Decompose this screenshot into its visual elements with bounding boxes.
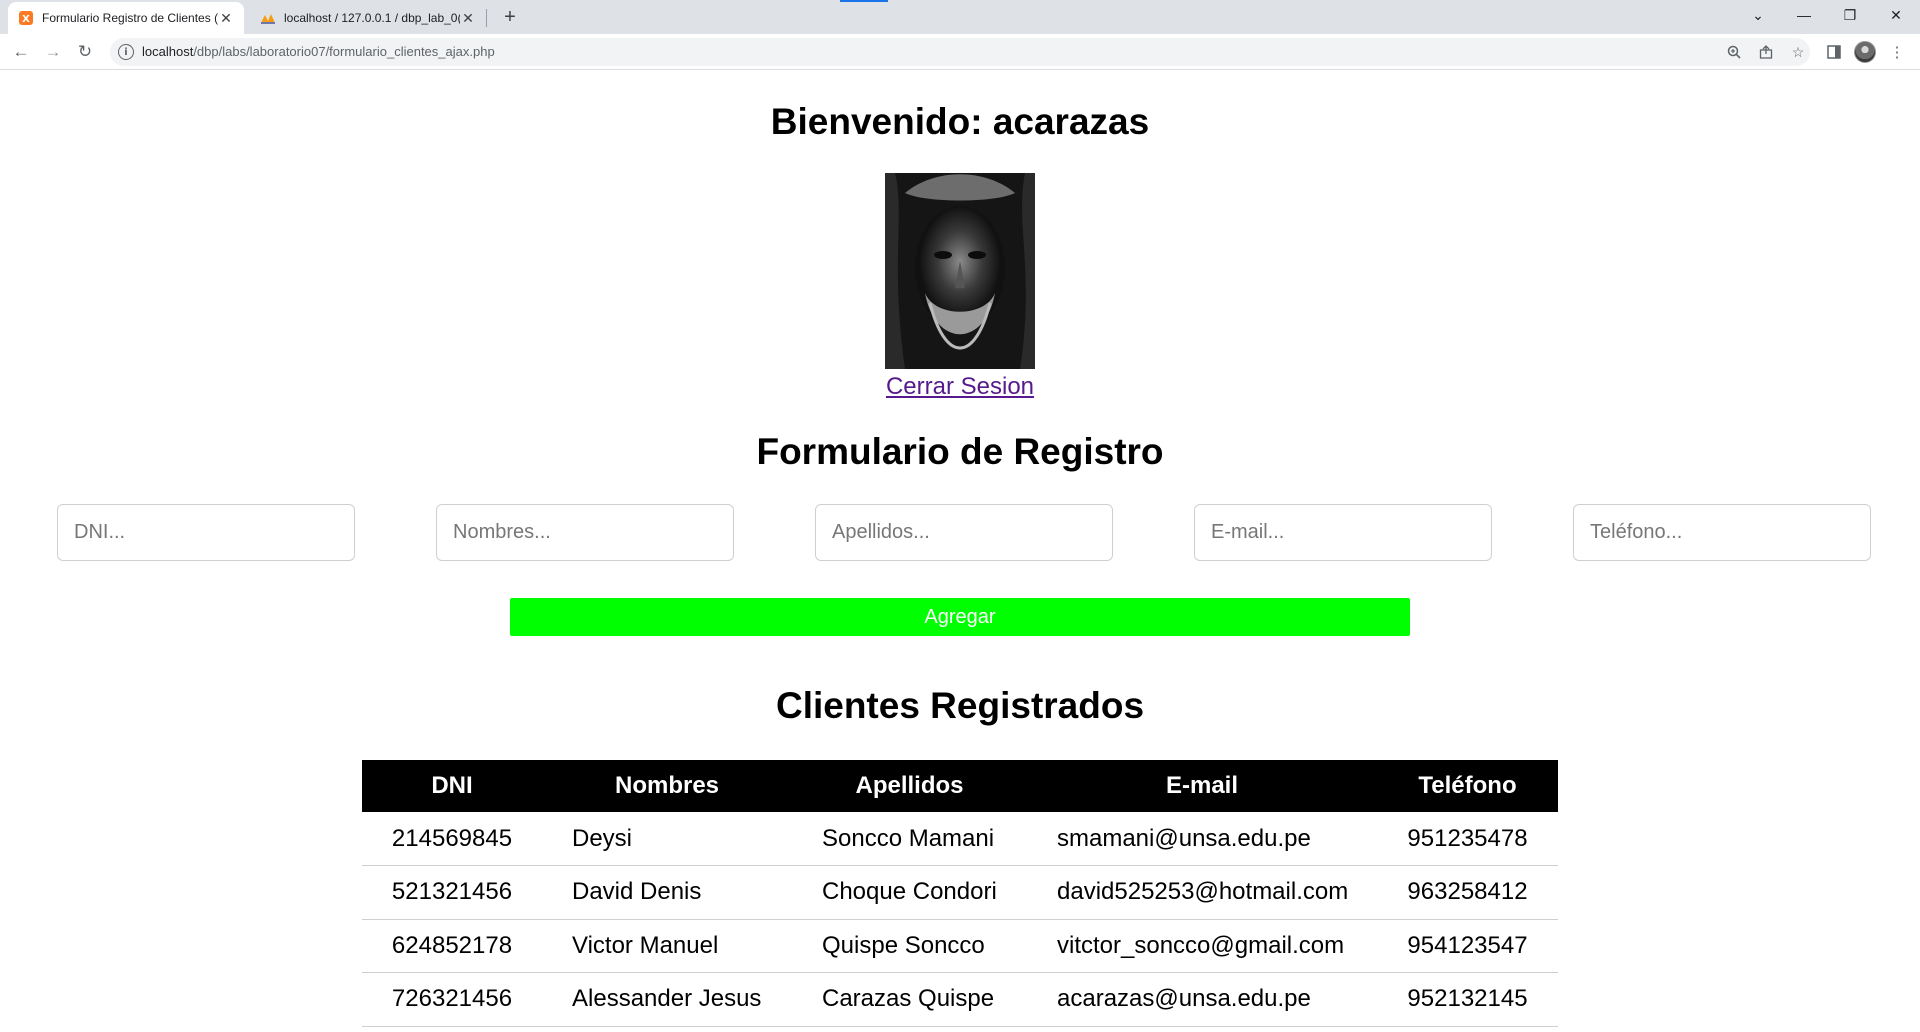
cell-apellidos: Carazas Quispe [792,972,1027,1027]
share-icon[interactable] [1758,44,1774,60]
table-row: 726321456 Alessander Jesus Carazas Quisp… [362,972,1558,1027]
tab-phpmyadmin[interactable]: localhost / 127.0.0.1 / dbp_lab_0( ✕ [250,2,486,34]
cell-nombres: Victor Manuel [542,919,792,973]
add-button[interactable]: Agregar [510,598,1410,636]
tab-formulario[interactable]: X Formulario Registro de Clientes (A ✕ [8,2,244,34]
tab-search-chevron-icon[interactable]: ⌄ [1736,0,1780,30]
close-tab-icon[interactable]: ✕ [460,10,476,26]
profile-avatar[interactable] [1853,40,1877,64]
cell-email: vitctor_soncco@gmail.com [1027,919,1377,973]
header-dni: DNI [362,760,542,812]
tab-separator [486,9,487,27]
cell-apellidos: Soncco Mamani [792,812,1027,866]
cell-nombres: Deysi [542,812,792,866]
cell-telefono: 952132145 [1377,972,1558,1027]
cell-nombres: David Denis [542,865,792,920]
new-tab-icon[interactable]: + [498,5,522,29]
more-menu-icon[interactable]: ⋮ [1885,40,1909,64]
cell-apellidos: Quispe Soncco [792,919,1027,973]
cell-email: smamani@unsa.edu.pe [1027,812,1377,866]
table-header-row: DNI Nombres Apellidos E-mail Teléfono [362,760,1558,812]
cell-email: david525253@hotmail.com [1027,865,1377,920]
clients-table: DNI Nombres Apellidos E-mail Teléfono 21… [362,760,1558,1027]
cell-dni: 624852178 [362,919,542,973]
side-panel-icon[interactable] [1822,40,1846,64]
cell-dni: 214569845 [362,812,542,866]
reload-icon[interactable]: ↻ [73,40,97,64]
logout-link[interactable]: Cerrar Sesion [0,373,1920,401]
url-text: localhost/dbp/labs/laboratorio07/formula… [142,44,495,59]
zoom-icon[interactable] [1726,44,1742,60]
close-window-icon[interactable]: ✕ [1874,0,1918,30]
cell-telefono: 963258412 [1377,865,1558,920]
browser-toolbar: ← → ↻ i localhost/dbp/labs/laboratorio07… [0,34,1920,70]
header-apellidos: Apellidos [792,760,1027,812]
email-input[interactable] [1194,504,1492,561]
header-email: E-mail [1027,760,1377,812]
cell-dni: 521321456 [362,865,542,920]
telefono-input[interactable] [1573,504,1871,561]
welcome-heading: Bienvenido: acarazas [770,101,1150,142]
bookmark-star-icon[interactable]: ☆ [1790,44,1806,60]
apellidos-input[interactable] [815,504,1113,561]
minimize-icon[interactable]: — [1782,0,1826,30]
tab-title: Formulario Registro de Clientes (A [42,11,218,25]
user-photo [885,173,1035,369]
tab-strip-indicator [840,0,888,2]
svg-text:X: X [22,14,30,25]
clients-title: Clientes Registrados [775,685,1145,726]
xampp-icon: X [18,10,34,26]
site-info-icon[interactable]: i [118,44,134,60]
cell-email: acarazas@unsa.edu.pe [1027,972,1377,1027]
back-arrow-icon[interactable]: ← [9,40,33,64]
header-nombres: Nombres [542,760,792,812]
form-title: Formulario de Registro [756,431,1164,472]
phpmyadmin-icon [260,10,276,26]
nombres-input[interactable] [436,504,734,561]
cell-telefono: 954123547 [1377,919,1558,973]
table-row: 624852178 Victor Manuel Quispe Soncco vi… [362,919,1558,973]
cell-dni: 726321456 [362,972,542,1027]
restore-icon[interactable]: ❐ [1828,0,1872,30]
cell-apellidos: Choque Condori [792,865,1027,920]
cell-nombres: Alessander Jesus [542,972,792,1027]
table-row: 214569845 Deysi Soncco Mamani smamani@un… [362,812,1558,866]
cell-telefono: 951235478 [1377,812,1558,866]
table-row: 521321456 David Denis Choque Condori dav… [362,865,1558,920]
close-tab-icon[interactable]: ✕ [218,10,234,26]
page-content: Bienvenido: acarazas Cerrar Sesion Formu… [0,71,1920,1032]
header-telefono: Teléfono [1377,760,1558,812]
address-bar[interactable]: i localhost/dbp/labs/laboratorio07/formu… [110,38,1810,66]
forward-arrow-icon[interactable]: → [41,40,65,64]
tab-title: localhost / 127.0.0.1 / dbp_lab_0( [284,11,460,25]
dni-input[interactable] [57,504,355,561]
tab-strip: X Formulario Registro de Clientes (A ✕ l… [0,0,1920,34]
